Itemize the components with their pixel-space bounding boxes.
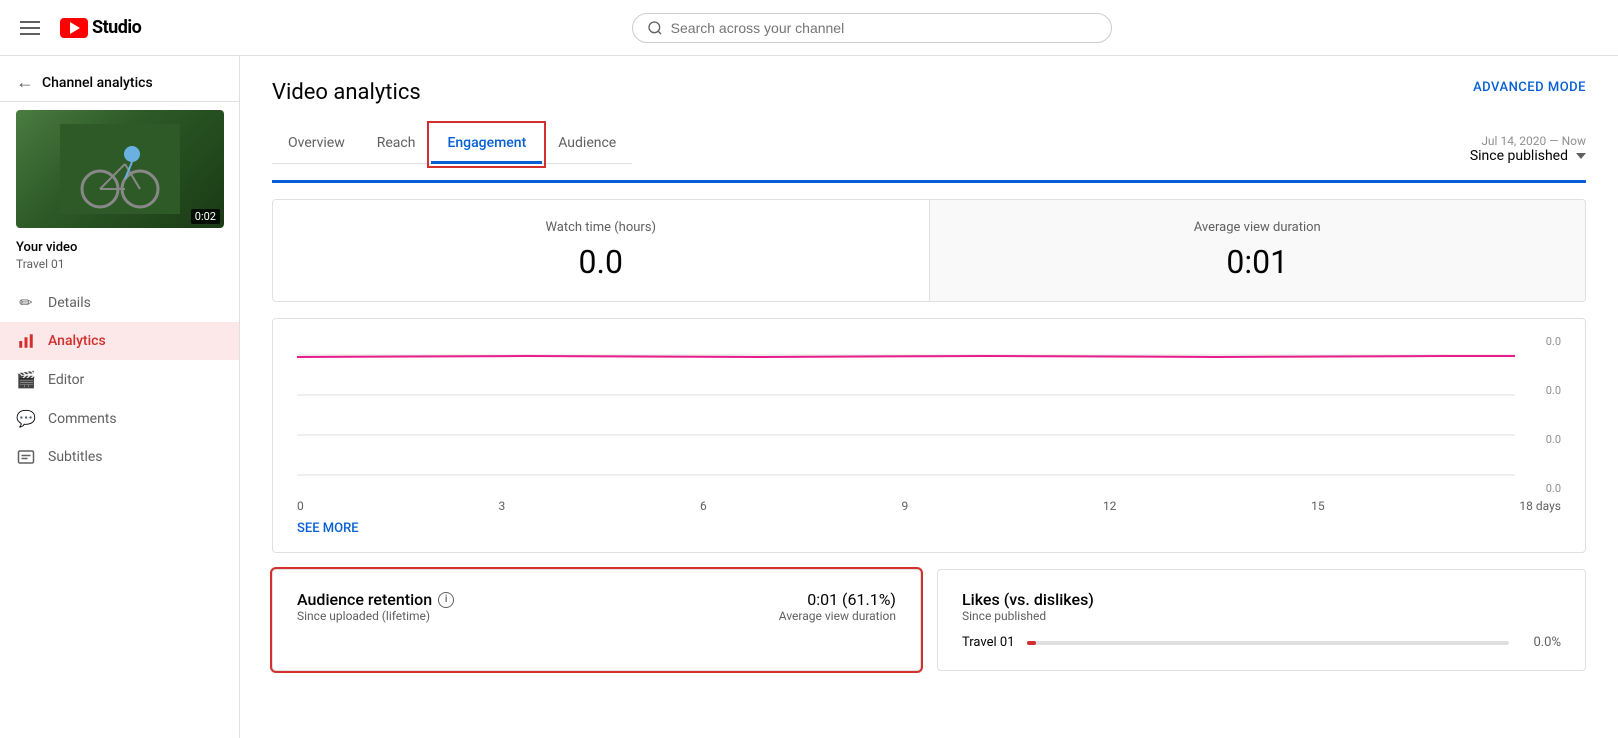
film-icon: 🎬: [16, 370, 36, 389]
y-label-3: 0.0: [1546, 433, 1561, 446]
audience-retention-value-label: Average view duration: [779, 609, 896, 623]
sidebar-item-analytics[interactable]: Analytics: [0, 322, 239, 360]
sidebar-item-details[interactable]: ✏ Details: [0, 283, 239, 322]
y-label-1: 0.0: [1546, 335, 1561, 348]
likes-title: Likes (vs. dislikes): [962, 590, 1094, 609]
chart-area: 0.0 0.0 0.0 0.0 0 3: [272, 318, 1586, 553]
date-range-value[interactable]: Since published: [1470, 148, 1586, 164]
play-icon: [70, 22, 80, 34]
tab-reach[interactable]: Reach: [361, 125, 432, 164]
sidebar-item-subtitles-label: Subtitles: [48, 449, 103, 465]
app-layout: ← Channel analytics 0:02 Your video: [0, 56, 1618, 738]
x-label-4: 12: [1103, 499, 1117, 513]
search-bar[interactable]: [632, 13, 1112, 43]
back-arrow-icon: ←: [16, 72, 34, 93]
watch-time-value: 0.0: [297, 243, 905, 281]
tab-audience[interactable]: Audience: [542, 125, 632, 164]
sidebar-item-subtitles[interactable]: Subtitles: [0, 438, 239, 476]
chart-y-labels: 0.0 0.0 0.0 0.0: [1546, 335, 1561, 495]
likes-bar: [1027, 641, 1509, 645]
audience-retention-value: 0:01 (61.1%): [779, 590, 896, 609]
avg-view-label: Average view duration: [954, 220, 1562, 235]
x-label-0: 0: [297, 499, 304, 513]
main-header: Video analytics ADVANCED MODE: [272, 80, 1586, 105]
main-content: Video analytics ADVANCED MODE Overview R…: [240, 56, 1618, 738]
header: Studio: [0, 0, 1618, 56]
thumbnail-image: [60, 124, 180, 214]
audience-retention-title: Audience retention i: [297, 590, 454, 609]
audience-retention-subtitle: Since uploaded (lifetime): [297, 609, 454, 623]
your-video-label: Your video: [0, 236, 239, 257]
sidebar-item-comments-label: Comments: [48, 411, 117, 427]
likes-title-group: Likes (vs. dislikes) Since published: [962, 590, 1094, 623]
audience-retention-value-group: 0:01 (61.1%) Average view duration: [779, 590, 896, 623]
video-thumbnail: 0:02: [16, 110, 224, 228]
x-label-6: 18 days: [1519, 499, 1561, 513]
bar-chart-icon: [16, 332, 36, 350]
sidebar-item-comments[interactable]: 💬 Comments: [0, 399, 239, 438]
audience-retention-card: Audience retention i Since uploaded (lif…: [272, 569, 921, 671]
advanced-mode-button[interactable]: ADVANCED MODE: [1473, 80, 1586, 95]
x-label-2: 6: [700, 499, 707, 513]
y-label-2: 0.0: [1546, 384, 1561, 397]
comment-icon: 💬: [16, 409, 36, 428]
search-input[interactable]: [671, 20, 1097, 36]
y-label-4: 0.0: [1546, 482, 1561, 495]
hamburger-menu-button[interactable]: [16, 17, 44, 39]
subtitles-icon: [16, 448, 36, 466]
likes-bar-fill: [1027, 641, 1037, 645]
likes-card: Likes (vs. dislikes) Since published Tra…: [937, 569, 1586, 671]
likes-video-label: Travel 01: [962, 635, 1015, 650]
header-left: Studio: [16, 17, 141, 39]
tab-engagement[interactable]: Engagement: [431, 125, 542, 164]
thumbnail-duration: 0:02: [191, 209, 220, 224]
watch-time-label: Watch time (hours): [297, 220, 905, 235]
x-label-5: 15: [1311, 499, 1325, 513]
bottom-cards: Audience retention i Since uploaded (lif…: [272, 569, 1586, 671]
youtube-logo-icon: [60, 18, 88, 38]
studio-text: Studio: [92, 17, 141, 38]
dropdown-arrow-icon: [1576, 153, 1586, 159]
tabs-header: Overview Reach Engagement Audience Jul 1…: [272, 125, 1586, 164]
x-label-1: 3: [498, 499, 505, 513]
avg-view-card: Average view duration 0:01: [929, 200, 1586, 301]
date-range-selector[interactable]: Jul 14, 2020 — Now Since published: [1470, 134, 1586, 164]
x-label-3: 9: [901, 499, 908, 513]
audience-retention-info-icon[interactable]: i: [438, 592, 454, 608]
logo[interactable]: Studio: [60, 17, 141, 38]
sidebar: ← Channel analytics 0:02 Your video: [0, 56, 240, 738]
sidebar-item-editor-label: Editor: [48, 372, 84, 388]
sidebar-item-details-label: Details: [48, 295, 91, 311]
date-range-label: Jul 14, 2020 — Now: [1470, 134, 1586, 148]
date-range-text: Since published: [1470, 148, 1568, 164]
likes-value: 0.0%: [1521, 635, 1561, 650]
audience-retention-title-group: Audience retention i Since uploaded (lif…: [297, 590, 454, 623]
watch-time-card: Watch time (hours) 0.0: [273, 200, 929, 301]
chart-x-labels: 0 3 6 9 12 15 18 days: [297, 495, 1561, 513]
likes-subtitle: Since published: [962, 609, 1094, 623]
avg-view-value: 0:01: [954, 243, 1562, 281]
sidebar-item-editor[interactable]: 🎬 Editor: [0, 360, 239, 399]
likes-data-row: Travel 01 0.0%: [962, 635, 1561, 650]
stats-cards: Watch time (hours) 0.0 Average view dura…: [272, 199, 1586, 302]
audience-retention-header: Audience retention i Since uploaded (lif…: [297, 590, 896, 623]
tab-separator: [272, 180, 1586, 183]
back-to-channel-analytics[interactable]: ← Channel analytics: [0, 64, 239, 102]
see-more-button[interactable]: SEE MORE: [297, 513, 359, 536]
page-title: Video analytics: [272, 80, 421, 105]
analytics-tabs: Overview Reach Engagement Audience: [272, 125, 632, 164]
video-name: Travel 01: [0, 257, 239, 283]
line-chart: [297, 335, 1561, 495]
pencil-icon: ✏: [16, 293, 36, 312]
search-icon: [647, 20, 663, 36]
likes-header: Likes (vs. dislikes) Since published: [962, 590, 1561, 623]
sidebar-item-analytics-label: Analytics: [48, 333, 106, 349]
chart-container: 0.0 0.0 0.0 0.0: [297, 335, 1561, 495]
tab-overview[interactable]: Overview: [272, 125, 361, 164]
channel-analytics-label: Channel analytics: [42, 75, 153, 91]
